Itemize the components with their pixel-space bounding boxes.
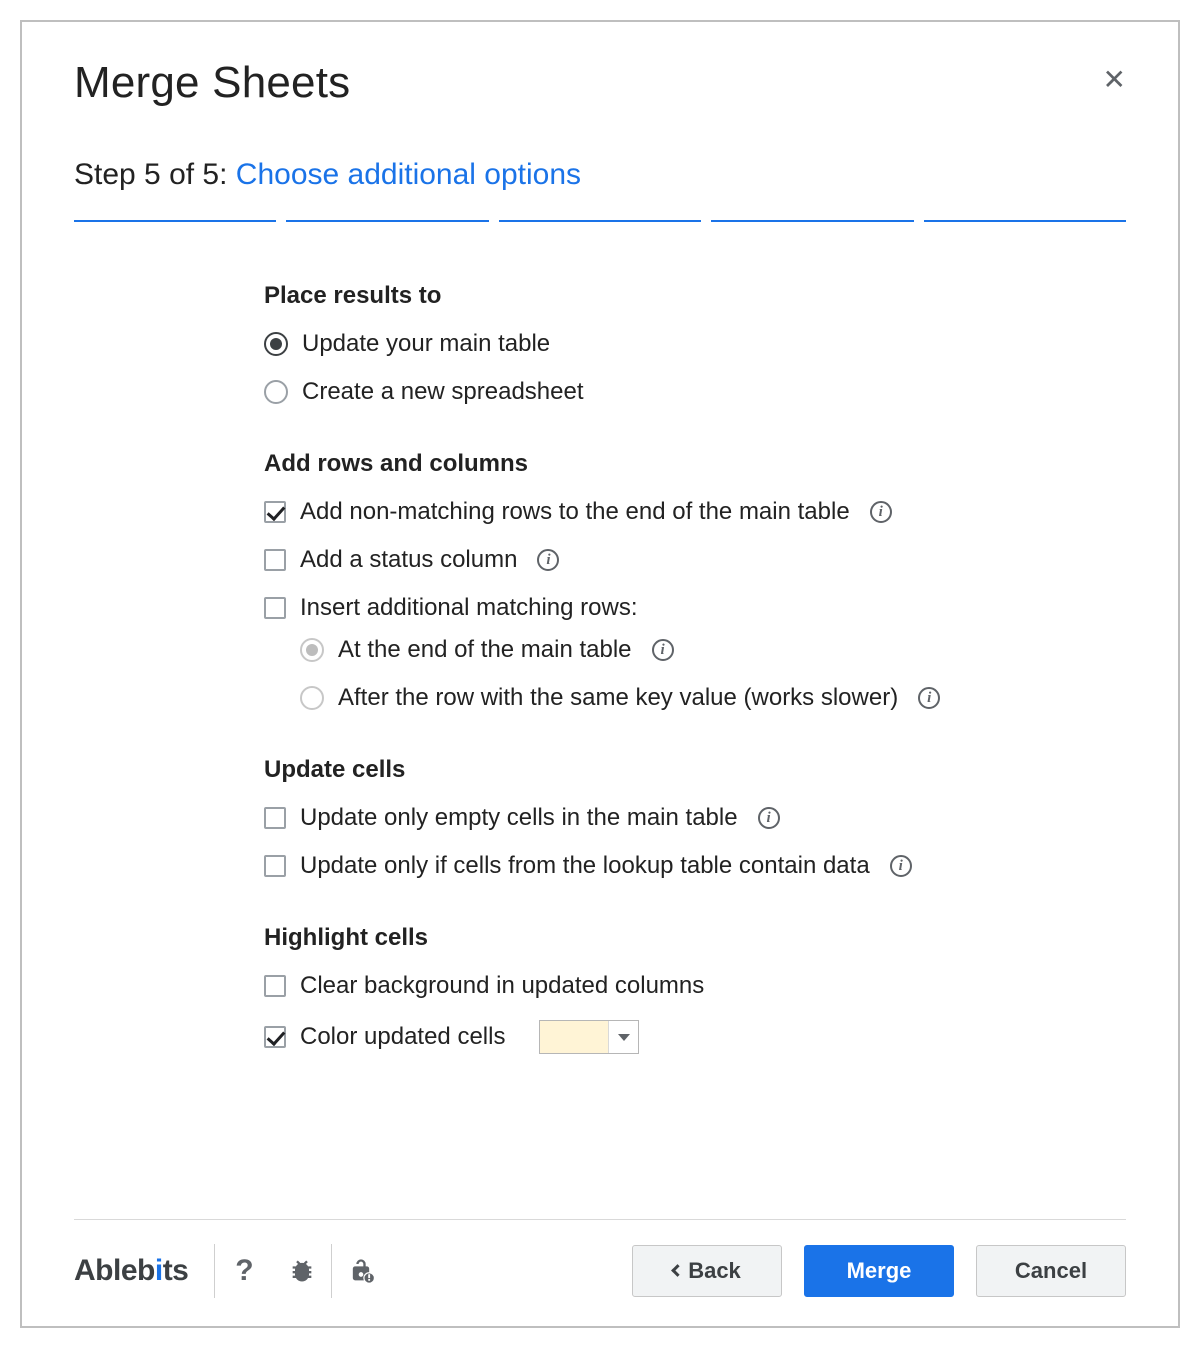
option-label: Update your main table <box>302 330 550 358</box>
option-label: Update only empty cells in the main tabl… <box>300 804 738 832</box>
info-icon[interactable]: i <box>537 549 559 571</box>
progress-seg <box>499 220 701 222</box>
option-label: Color updated cells <box>300 1023 505 1051</box>
step-indicator: Step 5 of 5: Choose additional options <box>74 158 1126 192</box>
radio-icon <box>300 686 324 710</box>
section-update-cells: Update cells Update only empty cells in … <box>264 756 1126 880</box>
close-icon[interactable]: ✕ <box>1103 66 1126 94</box>
info-icon[interactable]: i <box>652 639 674 661</box>
section-head-add-rows: Add rows and columns <box>264 450 1126 478</box>
permissions-icon-svg <box>347 1257 375 1285</box>
option-create-new-spreadsheet[interactable]: Create a new spreadsheet <box>264 378 1126 406</box>
option-label: Add a status column <box>300 546 517 574</box>
sub-option-at-end[interactable]: At the end of the main table i <box>300 636 1126 664</box>
info-icon[interactable]: i <box>758 807 780 829</box>
merge-sheets-dialog: Merge Sheets ✕ Step 5 of 5: Choose addit… <box>20 20 1180 1328</box>
option-label: Clear background in updated columns <box>300 972 704 1000</box>
checkbox-icon <box>264 855 286 877</box>
option-update-main-table[interactable]: Update your main table <box>264 330 1126 358</box>
chevron-left-icon <box>671 1264 684 1277</box>
back-button[interactable]: Back <box>632 1245 782 1297</box>
option-label: Insert additional matching rows: <box>300 594 638 622</box>
section-add-rows-columns: Add rows and columns Add non-matching ro… <box>264 450 1126 712</box>
radio-icon <box>300 638 324 662</box>
checkbox-icon <box>264 549 286 571</box>
option-update-lookup-data[interactable]: Update only if cells from the lookup tab… <box>264 852 1126 880</box>
info-icon[interactable]: i <box>918 687 940 709</box>
sub-option-after-row[interactable]: After the row with the same key value (w… <box>300 684 1126 712</box>
option-label: After the row with the same key value (w… <box>338 684 898 712</box>
progress-seg <box>74 220 276 222</box>
option-add-status-column[interactable]: Add a status column i <box>264 546 1126 574</box>
section-head-update-cells: Update cells <box>264 756 1126 784</box>
radio-icon <box>264 332 288 356</box>
progress-seg <box>711 220 913 222</box>
section-head-place-results: Place results to <box>264 282 1126 310</box>
progress-seg <box>286 220 488 222</box>
bug-icon[interactable] <box>273 1257 331 1285</box>
checkbox-icon <box>264 597 286 619</box>
step-number: Step 5 of 5: <box>74 158 236 191</box>
checkbox-icon <box>264 501 286 523</box>
option-insert-additional-rows[interactable]: Insert additional matching rows: <box>264 594 1126 622</box>
option-label: At the end of the main table <box>338 636 632 664</box>
section-place-results: Place results to Update your main table … <box>264 282 1126 406</box>
dialog-title: Merge Sheets <box>74 58 350 108</box>
cancel-button[interactable]: Cancel <box>976 1245 1126 1297</box>
checkbox-icon <box>264 807 286 829</box>
brand-logo: Ablebits <box>74 1254 214 1288</box>
option-add-nonmatching-rows[interactable]: Add non-matching rows to the end of the … <box>264 498 1126 526</box>
option-label: Create a new spreadsheet <box>302 378 584 406</box>
color-swatch <box>540 1021 608 1053</box>
chevron-down-icon <box>608 1021 638 1053</box>
section-highlight-cells: Highlight cells Clear background in upda… <box>264 924 1126 1054</box>
option-color-updated-cells[interactable]: Color updated cells <box>264 1020 1126 1054</box>
progress-seg <box>924 220 1126 222</box>
radio-icon <box>264 380 288 404</box>
info-icon[interactable]: i <box>890 855 912 877</box>
permissions-icon[interactable] <box>332 1257 390 1285</box>
bug-icon-svg <box>288 1257 316 1285</box>
step-description: Choose additional options <box>236 158 581 191</box>
checkbox-icon <box>264 1026 286 1048</box>
progress-bar <box>74 220 1126 222</box>
dialog-footer: Ablebits ? Back Merge Cancel <box>74 1219 1126 1298</box>
option-label: Add non-matching rows to the end of the … <box>300 498 850 526</box>
option-label: Update only if cells from the lookup tab… <box>300 852 870 880</box>
color-picker[interactable] <box>539 1020 639 1054</box>
option-update-empty-cells[interactable]: Update only empty cells in the main tabl… <box>264 804 1126 832</box>
option-clear-background[interactable]: Clear background in updated columns <box>264 972 1126 1000</box>
help-icon[interactable]: ? <box>215 1254 273 1288</box>
checkbox-icon <box>264 975 286 997</box>
section-head-highlight: Highlight cells <box>264 924 1126 952</box>
merge-button[interactable]: Merge <box>804 1245 954 1297</box>
info-icon[interactable]: i <box>870 501 892 523</box>
insert-additional-sub-options: At the end of the main table i After the… <box>300 636 1126 712</box>
